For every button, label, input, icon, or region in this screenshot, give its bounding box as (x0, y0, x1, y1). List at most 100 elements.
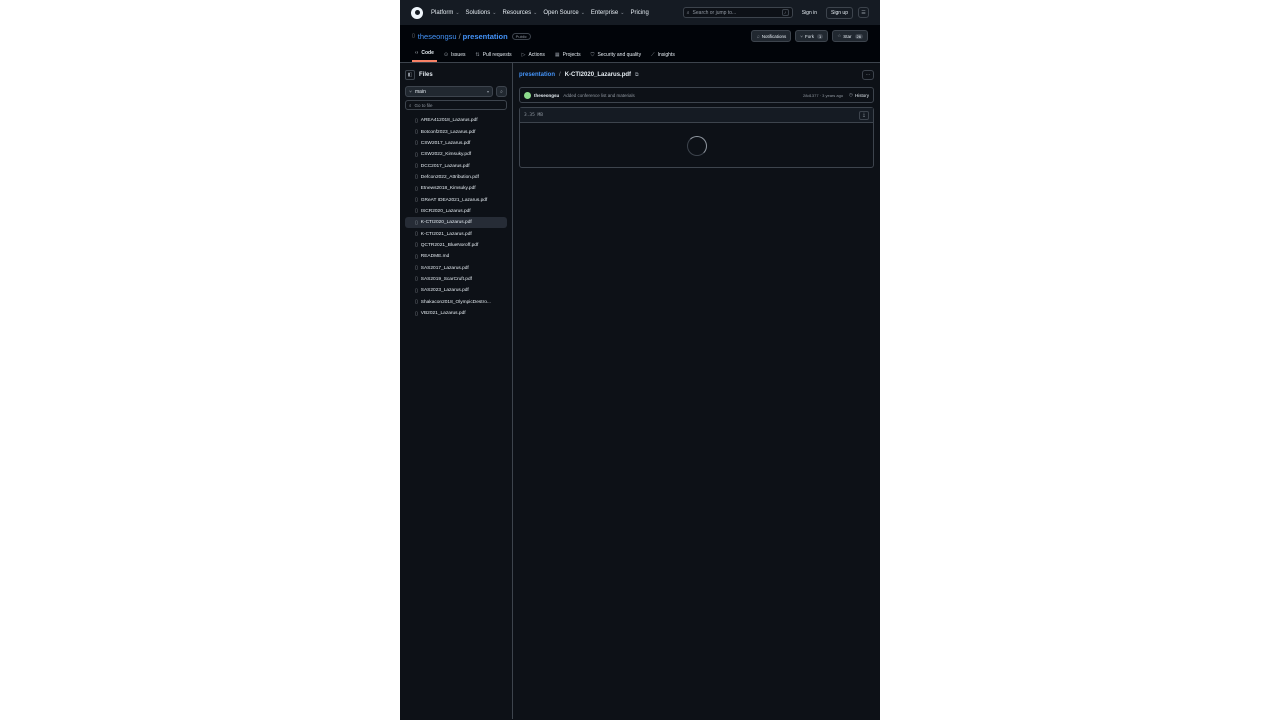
file-tree-item[interactable]: ▯ Etnews2018_Kimsuky.pdf (405, 183, 507, 194)
shield-icon: ⛉ (590, 52, 595, 58)
tab-actions[interactable]: ▷ Actions (519, 52, 548, 62)
repo-owner-link[interactable]: theseongsu (418, 32, 457, 41)
file-tree-sidebar: ◧ Files ⑂ main ▾ ⌕ ⌕ Go to file ▯ AREA412… (400, 63, 513, 719)
chevron-down-icon: ⌄ (492, 9, 497, 16)
file-tree-item-label: GReAT IDEA2021_Lazarus.pdf (420, 197, 488, 203)
file-tree-item-label: AREA412018_Lazarus.pdf (420, 118, 478, 124)
graph-icon: ⟋ (651, 52, 655, 58)
notifications-button[interactable]: ♫ Notifications (751, 30, 792, 42)
sign-in-link[interactable]: Sign in (798, 8, 821, 18)
commit-sha[interactable]: 28d1377 (803, 93, 819, 98)
files-title: Files (419, 72, 433, 78)
file-tree-item[interactable]: ▯ Defcon2022_Attribution.pdf (405, 172, 507, 183)
issue-icon: ⊙ (443, 52, 449, 58)
star-count: 26 (854, 33, 863, 39)
nav-pricing[interactable]: Pricing (630, 10, 648, 16)
commit-author[interactable]: theseongsu (534, 93, 559, 98)
file-viewer-header: 3.35 MB ⤓ (520, 108, 873, 123)
nav-platform[interactable]: Platform ⌄ (431, 10, 460, 16)
table-icon: ▦ (554, 52, 560, 58)
global-header: Platform ⌄ Solutions ⌄ Resources ⌄ Open Sou… (400, 0, 880, 25)
chevron-down-icon: ⌄ (533, 9, 538, 16)
file-icon: ▯ (415, 185, 418, 192)
kebab-horizontal-icon: ··· (865, 72, 871, 78)
menu-icon[interactable]: ☰ (858, 7, 869, 18)
tab-issues[interactable]: ⊙ Issues (441, 52, 469, 62)
file-tree-item[interactable]: ▯ K-CTI2020_Lazarus.pdf (405, 217, 507, 229)
nav-open-source[interactable]: Open Source ⌄ (543, 10, 585, 16)
tab-code[interactable]: ‹› Code (412, 50, 437, 62)
chevron-down-icon: ⌄ (455, 9, 460, 16)
file-icon: ▯ (415, 163, 418, 170)
file-tree-item[interactable]: ▯ K-CTI2021_Lazarus.pdf (405, 228, 507, 239)
branch-selector[interactable]: ⑂ main ▾ (405, 86, 493, 97)
fork-button[interactable]: ⑂ Fork 1 (795, 30, 829, 42)
file-icon: ▯ (415, 231, 418, 238)
repo-actions: ♫ Notifications ⑂ Fork 1 ☆ Star 26 (747, 30, 868, 42)
file-tree-item-label: SAS2023_Lazarus.pdf (420, 288, 469, 294)
chevron-down-icon: ⌄ (580, 9, 585, 16)
file-tree-item-label: DCC2017_Lazarus.pdf (420, 163, 470, 169)
breadcrumb: presentation / K-CTI2020_Lazarus.pdf ⧉ ·… (519, 69, 874, 81)
tab-pull-requests[interactable]: ⇅ Pull requests (473, 52, 515, 62)
tab-insights[interactable]: ⟋ Insights (648, 52, 678, 62)
file-icon: ▯ (415, 287, 418, 294)
file-tree-item-label: Defcon2022_Attribution.pdf (420, 174, 479, 180)
files-header: ◧ Files (405, 69, 507, 81)
copy-path-icon[interactable]: ⧉ (635, 72, 639, 78)
search-files-button[interactable]: ⌕ (496, 86, 507, 97)
file-size: 3.35 MB (524, 112, 543, 118)
file-icon: ▯ (415, 117, 418, 124)
branch-row: ⑂ main ▾ ⌕ (405, 86, 507, 97)
file-tree-item[interactable]: ▯ CSW2022_Kimsuky.pdf (405, 149, 507, 160)
repo-title-separator: / (458, 31, 461, 41)
file-tree-item[interactable]: ▯ GReAT IDEA2021_Lazarus.pdf (405, 194, 507, 205)
file-tree-item[interactable]: ▯ DCC2017_Lazarus.pdf (405, 160, 507, 171)
file-tree-item-label: QCTR2021_BlueNoroff.pdf (420, 242, 479, 248)
file-tree-item[interactable]: ▯ SAS2019_ScarCruft.pdf (405, 274, 507, 285)
commit-message[interactable]: Added conference list and materials (563, 93, 635, 98)
collapse-sidebar-icon[interactable]: ◧ (405, 70, 415, 80)
file-tree-item[interactable]: ▯ SAS2017_Lazarus.pdf (405, 262, 507, 273)
file-tree-item[interactable]: ▯ Shakacon2018_OlympicDestro... (405, 297, 507, 308)
sign-up-button[interactable]: Sign up (826, 6, 853, 19)
download-icon[interactable]: ⤓ (859, 110, 869, 120)
github-logo-icon[interactable] (411, 6, 423, 19)
file-preview (520, 123, 873, 168)
file-tree-item-label: Etnews2018_Kimsuky.pdf (420, 186, 476, 192)
tab-security[interactable]: ⛉ Security and quality (588, 52, 644, 62)
play-icon: ▷ (521, 52, 526, 58)
file-tree-item-label: ISCR2020_Lazarus.pdf (420, 208, 471, 214)
file-tree-item-label: Botconf2023_Lazarus.pdf (420, 129, 476, 135)
file-tree-item-label: CSW2022_Kimsuky.pdf (420, 152, 472, 158)
file-tree-item[interactable]: ▯ SAS2023_Lazarus.pdf (405, 285, 507, 296)
nav-resources[interactable]: Resources ⌄ (502, 10, 537, 16)
repo-name-link[interactable]: presentation (463, 32, 508, 41)
file-tree-item[interactable]: ▯ ISCR2020_Lazarus.pdf (405, 206, 507, 217)
file-tree-item[interactable]: ▯ Botconf2023_Lazarus.pdf (405, 126, 507, 137)
file-tree-item-label: K-CTI2021_Lazarus.pdf (420, 231, 472, 237)
star-button[interactable]: ☆ Star 26 (832, 30, 868, 42)
avatar[interactable] (524, 91, 531, 99)
repo-title: ▯ theseongsu / presentation Public (412, 32, 531, 41)
breadcrumb-repo-link[interactable]: presentation (519, 72, 555, 78)
nav-enterprise[interactable]: Enterprise ⌄ (591, 10, 625, 16)
file-icon: ▯ (415, 219, 418, 226)
file-tree-item[interactable]: ▯ README.md (405, 251, 507, 262)
file-icon: ▯ (415, 310, 418, 317)
star-icon: ☆ (837, 33, 842, 38)
tab-projects[interactable]: ▦ Projects (552, 52, 584, 62)
search-icon: ⌕ (409, 102, 412, 108)
file-tree-item[interactable]: ▯ QCTR2021_BlueNoroff.pdf (405, 240, 507, 251)
search-input[interactable]: ⌕ Search or jump to... / (682, 7, 793, 18)
file-tree-item[interactable]: ▯ AREA412018_Lazarus.pdf (405, 115, 507, 126)
file-icon: ▯ (415, 208, 418, 215)
history-button[interactable]: ◷ History (849, 92, 869, 98)
more-options-button[interactable]: ··· (862, 70, 874, 80)
nav-solutions[interactable]: Solutions ⌄ (466, 10, 497, 16)
browser-page: Platform ⌄ Solutions ⌄ Resources ⌄ Open Sou… (400, 0, 880, 720)
go-to-file-input[interactable]: ⌕ Go to file (405, 100, 507, 110)
file-tree-item[interactable]: ▯ CSW2017_Lazarus.pdf (405, 138, 507, 149)
file-icon: ▯ (415, 242, 418, 249)
file-tree-item[interactable]: ▯ VB2021_Lazarus.pdf (405, 308, 507, 319)
